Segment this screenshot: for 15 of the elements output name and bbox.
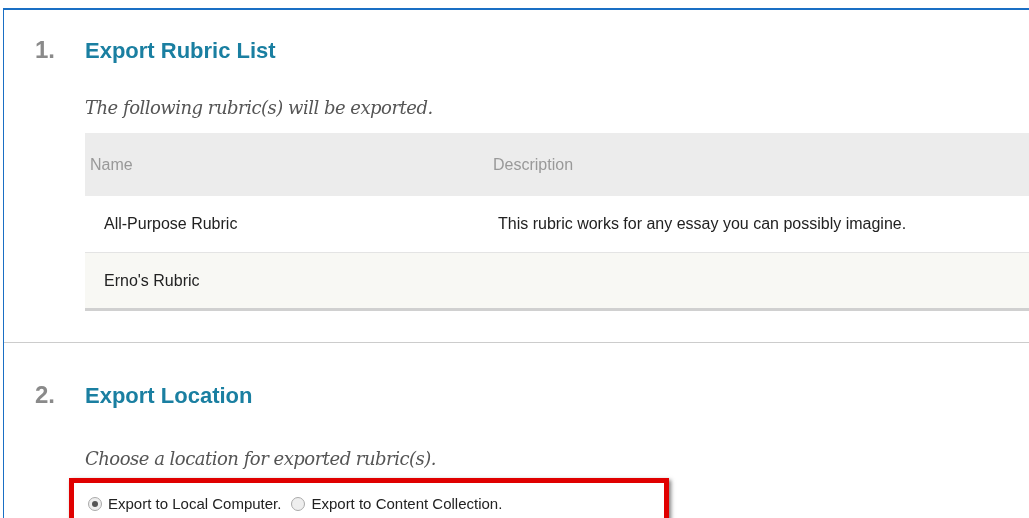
instruction-text: Choose a location for exported rubric(s). bbox=[85, 447, 438, 471]
section-title: Export Location bbox=[85, 382, 253, 410]
table-cell-text: Erno's Rubric bbox=[104, 270, 201, 291]
section-title: Export Rubric List bbox=[85, 37, 276, 65]
radio-label: Export to Content Collection. bbox=[311, 494, 503, 514]
radio-button[interactable] bbox=[88, 497, 102, 512]
radio-button[interactable] bbox=[291, 497, 306, 512]
instruction-text: The following rubric(s) will be exported. bbox=[85, 96, 434, 120]
section-number: 2. bbox=[35, 380, 56, 410]
table-cell-text: All-Purpose Rubric bbox=[104, 214, 239, 234]
column-header: Name bbox=[89, 154, 134, 175]
radio-label: Export to Local Computer. bbox=[108, 494, 282, 514]
column-header: Description bbox=[493, 154, 574, 175]
table-cell-text: This rubric works for any essay you can possibly imagine. bbox=[498, 214, 907, 234]
section-number: 1. bbox=[35, 35, 56, 65]
